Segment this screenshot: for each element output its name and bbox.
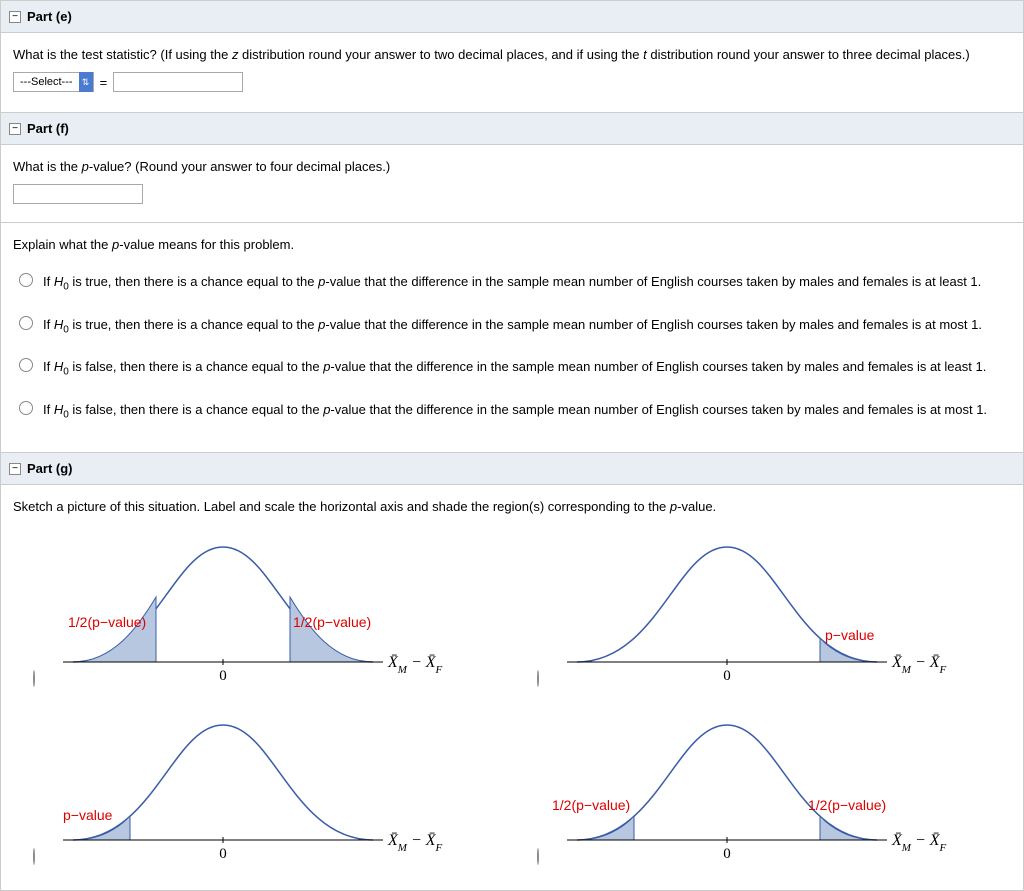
part-e-title: Part (e)	[27, 9, 72, 24]
part-e-question: What is the test statistic? (If using th…	[13, 47, 1011, 62]
part-e-body: What is the test statistic? (If using th…	[1, 33, 1023, 112]
part-g-body: Sketch a picture of this situation. Labe…	[1, 485, 1023, 890]
part-f-body: What is the p-value? (Round your answer …	[1, 145, 1023, 452]
collapse-icon[interactable]: −	[9, 11, 21, 23]
half-p-label-right: 1/2(p−value)	[808, 797, 886, 813]
graph-grid: 0 1/2(p−value) 1/2(p−value) X̄M − X̄F 0 …	[13, 524, 1011, 870]
radio-graph-4[interactable]	[537, 848, 539, 865]
axis-label-1: X̄M − X̄F	[387, 654, 443, 676]
zero-label: 0	[219, 846, 227, 862]
radio-option-1[interactable]	[19, 273, 33, 287]
graph-2-svg: 0 p−value X̄M − X̄F	[547, 532, 947, 692]
zero-label: 0	[723, 668, 731, 684]
part-f-explain: Explain what the p-value means for this …	[13, 237, 1011, 252]
radio-option-3[interactable]	[19, 358, 33, 372]
page-container: − Part (e) What is the test statistic? (…	[0, 0, 1024, 891]
option-row-4: If H0 is false, then there is a chance e…	[13, 390, 1011, 433]
part-f-title: Part (f)	[27, 121, 69, 136]
graph-option-4: 0 1/2(p−value) 1/2(p−value) X̄M − X̄F	[517, 702, 1011, 870]
part-g-question: Sketch a picture of this situation. Labe…	[13, 499, 1011, 514]
radio-option-2[interactable]	[19, 316, 33, 330]
half-p-label-left: 1/2(p−value)	[552, 797, 630, 813]
graph-option-2: 0 p−value X̄M − X̄F	[517, 524, 1011, 692]
pvalue-input[interactable]	[13, 184, 143, 204]
part-f-header: − Part (f)	[1, 112, 1023, 145]
radio-graph-1[interactable]	[33, 670, 35, 687]
part-g-title: Part (g)	[27, 461, 73, 476]
option-label-2: If H0 is true, then there is a chance eq…	[43, 315, 982, 338]
half-p-label-right: 1/2(p−value)	[293, 614, 371, 630]
part-g-header: − Part (g)	[1, 452, 1023, 485]
option-row-3: If H0 is false, then there is a chance e…	[13, 347, 1011, 390]
option-row-1: If H0 is true, then there is a chance eq…	[13, 262, 1011, 305]
graph-option-1: 0 1/2(p−value) 1/2(p−value) X̄M − X̄F	[13, 524, 507, 692]
option-label-3: If H0 is false, then there is a chance e…	[43, 357, 986, 380]
zero-label: 0	[723, 846, 731, 862]
graph-4-svg: 0 1/2(p−value) 1/2(p−value) X̄M − X̄F	[547, 710, 947, 870]
graph-3-svg: 0 p−value X̄M − X̄F	[43, 710, 443, 870]
option-label-4: If H0 is false, then there is a chance e…	[43, 400, 987, 423]
graph-1-svg: 0 1/2(p−value) 1/2(p−value) X̄M − X̄F	[43, 532, 443, 692]
collapse-icon[interactable]: −	[9, 463, 21, 475]
zero-label: 0	[219, 668, 227, 684]
part-f-question: What is the p-value? (Round your answer …	[13, 159, 1011, 174]
statistic-input[interactable]	[113, 72, 243, 92]
select-placeholder: ---Select---	[14, 74, 79, 90]
half-p-label-left: 1/2(p−value)	[68, 614, 146, 630]
axis-label-4: X̄M − X̄F	[891, 832, 947, 854]
option-label-1: If H0 is true, then there is a chance eq…	[43, 272, 981, 295]
part-e-header: − Part (e)	[1, 0, 1023, 33]
chevron-updown-icon[interactable]: ⇅	[79, 72, 93, 92]
part-f-options: If H0 is true, then there is a chance eq…	[13, 262, 1011, 432]
radio-graph-3[interactable]	[33, 848, 35, 865]
equals-sign: =	[100, 75, 108, 90]
option-row-2: If H0 is true, then there is a chance eq…	[13, 305, 1011, 348]
statistic-select[interactable]: ---Select--- ⇅	[13, 72, 94, 92]
radio-option-4[interactable]	[19, 401, 33, 415]
axis-label-3: X̄M − X̄F	[387, 832, 443, 854]
axis-label-2: X̄M − X̄F	[891, 654, 947, 676]
radio-graph-2[interactable]	[537, 670, 539, 687]
divider	[1, 222, 1023, 223]
graph-option-3: 0 p−value X̄M − X̄F	[13, 702, 507, 870]
part-e-input-row: ---Select--- ⇅ =	[13, 72, 1011, 92]
collapse-icon[interactable]: −	[9, 123, 21, 135]
p-label-right: p−value	[825, 627, 875, 643]
p-label-left: p−value	[63, 807, 113, 823]
